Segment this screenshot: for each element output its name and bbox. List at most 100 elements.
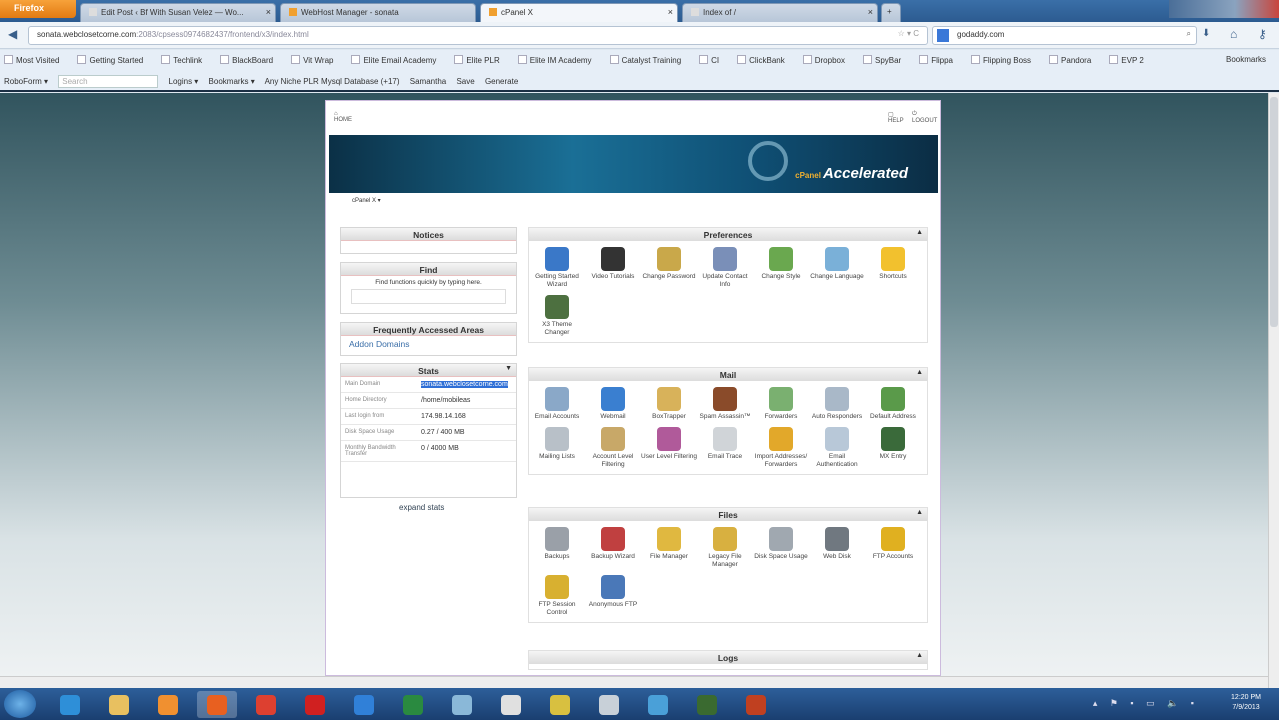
cpanel-icon-item[interactable]: Web Disk bbox=[809, 524, 865, 569]
generate-button[interactable]: Generate bbox=[485, 77, 518, 86]
start-button[interactable] bbox=[4, 690, 36, 718]
help-link[interactable]: ▢ HELP bbox=[888, 111, 904, 124]
cpanel-icon-item[interactable]: Webmail bbox=[585, 384, 641, 421]
section-header[interactable]: Files ▲ bbox=[529, 508, 927, 521]
new-tab-button[interactable]: + bbox=[881, 3, 901, 22]
star-reload-icon[interactable]: ☆ ▾ C bbox=[898, 29, 919, 38]
logins-button[interactable]: Logins ▾ bbox=[169, 77, 199, 86]
bookmark-item[interactable]: ClickBank bbox=[737, 55, 794, 65]
cpanel-icon-item[interactable]: Backup Wizard bbox=[585, 524, 641, 569]
download-icon[interactable]: ⬇ bbox=[1202, 28, 1210, 39]
taskbar-dropbox[interactable] bbox=[344, 691, 384, 718]
section-header[interactable]: Preferences ▲ bbox=[529, 228, 927, 241]
taskbar-explorer-window[interactable] bbox=[442, 691, 482, 718]
save-button[interactable]: Save bbox=[456, 77, 474, 86]
bookmark-item[interactable]: CI bbox=[699, 55, 728, 65]
cpanel-icon-item[interactable]: Import Addresses/ Forwarders bbox=[753, 424, 809, 469]
search-engine-icon[interactable] bbox=[937, 29, 949, 42]
cpanel-icon-item[interactable]: Video Tutorials bbox=[585, 244, 641, 289]
cpanel-icon-item[interactable]: Anonymous FTP bbox=[585, 572, 641, 617]
cpanel-icon-item[interactable]: Account Level Filtering bbox=[585, 424, 641, 469]
taskbar-pen-tool[interactable] bbox=[540, 691, 580, 718]
close-tab-icon[interactable]: × bbox=[868, 7, 873, 17]
cpanel-icon-item[interactable]: Email Trace bbox=[697, 424, 753, 469]
bookmark-item[interactable]: Vit Wrap bbox=[291, 55, 342, 65]
roboform-search-input[interactable]: Search bbox=[58, 75, 159, 88]
vertical-scrollbar[interactable] bbox=[1268, 93, 1279, 688]
bookmark-item[interactable]: Elite PLR bbox=[454, 55, 508, 65]
addon-domains-link[interactable]: Addon Domains bbox=[341, 336, 516, 352]
back-arrow-icon[interactable]: ◀ bbox=[8, 27, 17, 41]
bookmark-item[interactable]: Elite IM Academy bbox=[517, 55, 601, 65]
cpanel-icon-item[interactable]: Shortcuts bbox=[865, 244, 921, 289]
bookmark-item[interactable]: SpyBar bbox=[862, 55, 910, 65]
taskbar-file-explorer[interactable] bbox=[99, 691, 139, 718]
clock[interactable]: 12:20 PM 7/9/2013 bbox=[1231, 693, 1261, 713]
bookmark-item[interactable]: Flipping Boss bbox=[971, 55, 1040, 65]
bookmark-item[interactable]: Most Visited bbox=[4, 55, 68, 65]
key-icon[interactable]: ⚷ bbox=[1258, 27, 1267, 41]
cpanel-icon-item[interactable]: Disk Space Usage bbox=[753, 524, 809, 569]
bookmark-item[interactable]: Elite Email Academy bbox=[351, 55, 445, 65]
bookmark-item[interactable]: Dropbox bbox=[802, 55, 854, 65]
cpanel-icon-item[interactable]: Email Accounts bbox=[529, 384, 585, 421]
cpanel-icon-item[interactable]: FTP Session Control bbox=[529, 572, 585, 617]
cpanel-icon-item[interactable]: FTP Accounts bbox=[865, 524, 921, 569]
cpanel-icon-item[interactable]: Email Authentication bbox=[809, 424, 865, 469]
cpanel-icon-item[interactable]: Change Style bbox=[753, 244, 809, 289]
stats-header[interactable]: Stats ▼ bbox=[341, 364, 516, 377]
cpanel-icon-item[interactable]: Legacy File Manager bbox=[697, 524, 753, 569]
cpanel-icon-item[interactable]: File Manager bbox=[641, 524, 697, 569]
firefox-menu-button[interactable]: Firefox bbox=[0, 0, 76, 18]
taskbar-notepad[interactable] bbox=[491, 691, 531, 718]
bookmark-item[interactable]: Pandora bbox=[1049, 55, 1100, 65]
taskbar-chrome[interactable] bbox=[246, 691, 286, 718]
taskbar-camtasia[interactable] bbox=[687, 691, 727, 718]
window-controls[interactable] bbox=[1169, 0, 1279, 18]
logout-link[interactable]: ⏻ LOGOUT bbox=[912, 111, 937, 124]
tab-index-of[interactable]: Index of / × bbox=[682, 3, 878, 22]
find-input[interactable] bbox=[351, 289, 506, 304]
cpanel-icon-item[interactable]: MX Entry bbox=[865, 424, 921, 469]
taskbar-acrobat[interactable] bbox=[295, 691, 335, 718]
bookmarks-button[interactable]: Bookmarks ▾ bbox=[209, 77, 255, 86]
search-bar[interactable]: godaddy.com ⌕ bbox=[932, 26, 1197, 45]
cpanel-icon-item[interactable]: Mailing Lists bbox=[529, 424, 585, 469]
samantha-button[interactable]: Samantha bbox=[410, 77, 446, 86]
bookmark-item[interactable]: BlackBoard bbox=[220, 55, 282, 65]
taskbar-firefox[interactable] bbox=[197, 691, 237, 718]
cpanel-icon-item[interactable]: Update Contact Info bbox=[697, 244, 753, 289]
taskbar-document[interactable] bbox=[589, 691, 629, 718]
cpanel-icon-item[interactable]: Forwarders bbox=[753, 384, 809, 421]
home-link[interactable]: ⌂ HOME bbox=[334, 111, 352, 123]
expand-stats-link[interactable]: expand stats bbox=[399, 503, 444, 512]
bookmarks-menu[interactable]: Bookmarks bbox=[1226, 55, 1266, 64]
bookmark-item[interactable]: Techlink bbox=[161, 55, 211, 65]
roboform-button[interactable]: RoboForm ▾ bbox=[4, 77, 48, 86]
section-header[interactable]: Logs ▲ bbox=[529, 651, 927, 664]
taskbar-remote-desktop[interactable] bbox=[638, 691, 678, 718]
cpanel-icon-item[interactable]: Default Address bbox=[865, 384, 921, 421]
bookmark-item[interactable]: Flippa bbox=[919, 55, 962, 65]
horizontal-scrollbar[interactable] bbox=[0, 676, 1268, 688]
url-bar[interactable]: sonata.webclosetcorne.com:2083/cpsess097… bbox=[28, 26, 928, 45]
taskbar-excel[interactable] bbox=[393, 691, 433, 718]
close-tab-icon[interactable]: × bbox=[266, 7, 271, 17]
search-icon[interactable]: ⌕ bbox=[1187, 29, 1191, 39]
taskbar-internet-explorer[interactable] bbox=[50, 691, 90, 718]
cpanel-icon-item[interactable]: Spam Assassin™ bbox=[697, 384, 753, 421]
tab-webhost-manager[interactable]: WebHost Manager - sonata bbox=[280, 3, 476, 22]
close-tab-icon[interactable]: × bbox=[668, 7, 673, 17]
bookmark-item[interactable]: Getting Started bbox=[77, 55, 152, 65]
bookmark-item[interactable]: Catalyst Training bbox=[609, 55, 691, 65]
taskbar-recorder[interactable] bbox=[736, 691, 776, 718]
tab-cpanel[interactable]: cPanel X × bbox=[480, 3, 678, 22]
cpanel-icon-item[interactable]: Backups bbox=[529, 524, 585, 569]
cpanel-icon-item[interactable]: Change Language bbox=[809, 244, 865, 289]
database-button[interactable]: Any Niche PLR Mysql Database (+17) bbox=[265, 77, 400, 86]
bookmark-item[interactable]: EVP 2 bbox=[1109, 55, 1153, 65]
theme-select[interactable]: cPanel X ▾ bbox=[352, 197, 381, 204]
cpanel-icon-item[interactable]: Change Password bbox=[641, 244, 697, 289]
cpanel-icon-item[interactable]: Getting Started Wizard bbox=[529, 244, 585, 289]
system-tray[interactable]: ▴ ⚑ ▪ ▭ 🔈 ▪ bbox=[1093, 698, 1199, 709]
